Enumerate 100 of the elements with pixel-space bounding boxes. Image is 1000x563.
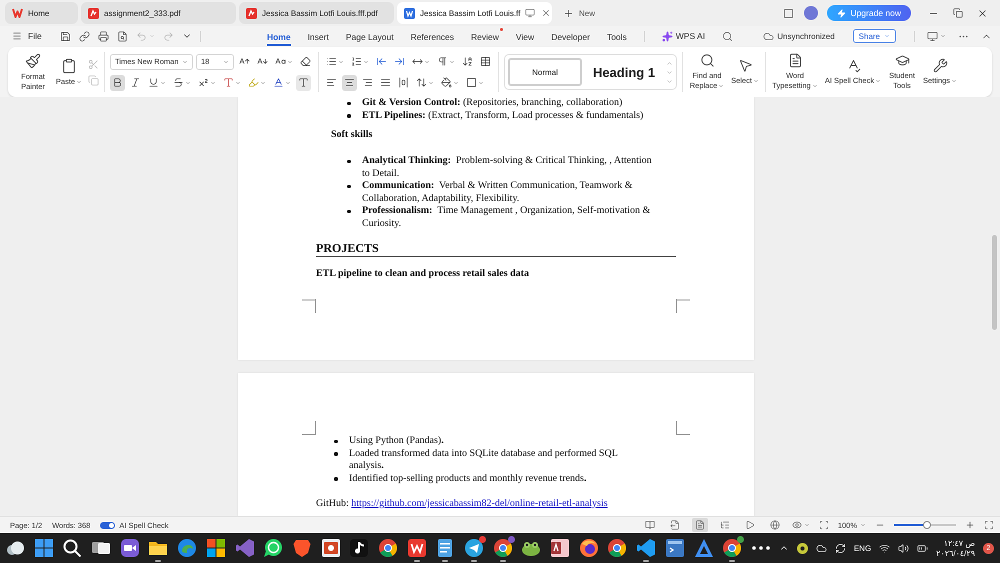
search-icon[interactable] (63, 539, 82, 557)
color-ring-icon[interactable] (378, 539, 397, 557)
distributed-align-icon (398, 77, 409, 88)
paragraph-shading-button[interactable] (439, 74, 461, 90)
save-icon[interactable] (60, 30, 71, 42)
logo-tile-icon[interactable] (408, 539, 426, 557)
document-tab[interactable]: Jessica Bassim Lotfi Louis.ff (397, 2, 552, 24)
print-preview-icon[interactable] (116, 30, 128, 42)
caret-icon (804, 522, 810, 528)
character-shading-button[interactable] (296, 74, 311, 90)
ring-icon[interactable] (796, 542, 808, 554)
highlighter-icon (248, 77, 259, 88)
close-icon[interactable] (541, 8, 552, 18)
music-note-icon[interactable] (350, 539, 368, 557)
spell-check-toggle[interactable] (100, 522, 116, 528)
monitor-icon[interactable] (525, 8, 536, 18)
battery-icon[interactable] (917, 542, 928, 554)
avatar-icon[interactable] (804, 6, 818, 20)
shield-icon[interactable] (292, 539, 311, 557)
globe-ring-icon[interactable] (580, 539, 598, 557)
zoom-slider-thumb[interactable] (922, 521, 931, 529)
cloud-icon[interactable] (6, 539, 24, 557)
scrollbar-thumb[interactable] (992, 235, 997, 330)
increase-indent-icon (394, 56, 405, 67)
folder-icon[interactable] (149, 539, 168, 557)
italic-icon (130, 77, 141, 88)
ribbon-tab[interactable]: Review (471, 26, 499, 46)
bullet-icon (334, 477, 338, 480)
chat-bubble-icon[interactable] (264, 539, 282, 557)
bullet-icon (347, 114, 350, 118)
clock-time[interactable]: ١٢:٤٧ ص (944, 538, 975, 548)
upgrade-button[interactable]: Upgrade now (827, 5, 911, 21)
close-icon[interactable] (977, 8, 988, 18)
repository-link[interactable]: https://github.com/jessicabassim82-del/online-retail-etl-analysis (351, 498, 608, 509)
sync-status-button[interactable]: Unsynchronized (763, 30, 835, 42)
paragraph-mark-icon (437, 56, 448, 67)
table-icon (480, 56, 491, 67)
section-heading: PROJECTS (316, 241, 379, 255)
ribbon-tab[interactable]: View (516, 26, 534, 46)
volume-icon[interactable] (898, 542, 910, 554)
document-tab[interactable]: Home (5, 2, 78, 24)
ai-assistant-button[interactable]: WPS AI (662, 30, 706, 42)
fit-page-icon[interactable] (818, 520, 829, 530)
caret-icon (210, 80, 216, 86)
tiles-icon[interactable] (206, 539, 225, 557)
monitor-button[interactable] (927, 30, 946, 42)
zoom-in-icon[interactable] (965, 520, 975, 530)
wifi-icon[interactable] (879, 542, 890, 554)
share-button[interactable]: Share (852, 29, 896, 43)
sort-icon (462, 56, 473, 67)
link-icon[interactable] (78, 30, 90, 42)
presentation-icon[interactable] (322, 539, 340, 557)
color-ring-icon[interactable] (608, 539, 626, 557)
fullscreen-icon[interactable] (984, 520, 994, 530)
sync-icon[interactable] (834, 542, 846, 554)
restore-icon[interactable] (953, 8, 963, 18)
ribbon-tab[interactable]: Tools (606, 26, 627, 46)
color-ring-icon[interactable] (494, 539, 512, 557)
margin-corner-icon (676, 421, 690, 435)
swirl-icon[interactable] (178, 539, 196, 557)
document-tab[interactable]: assignment2_333.pdf (81, 2, 236, 24)
align-center-button[interactable] (342, 74, 357, 90)
bullet-icon (347, 184, 350, 188)
file-menu-button[interactable]: File (8, 31, 46, 41)
borders-icon (466, 77, 477, 88)
view-mode-button[interactable] (692, 518, 708, 532)
outline-icon (720, 520, 730, 530)
caret-icon (223, 58, 229, 64)
cloud-icon[interactable] (816, 542, 827, 554)
ribbon-tab[interactable]: References (410, 26, 454, 46)
caret-icon (148, 33, 155, 39)
ribbon-shape-icon[interactable] (637, 539, 656, 557)
triangle-icon[interactable] (694, 539, 712, 557)
new-tab-button[interactable]: New (555, 3, 604, 23)
document-tab[interactable]: Jessica Bassim Lotfi Louis.fff.pdf (239, 2, 394, 24)
ribbon-shape-icon[interactable] (236, 539, 254, 557)
ribbon-tab[interactable]: Developer (551, 26, 590, 46)
app-tile-icon[interactable] (551, 539, 570, 557)
caret-icon (884, 33, 890, 39)
bold-button[interactable] (110, 74, 125, 90)
eye-button[interactable] (792, 520, 810, 530)
color-ring-icon[interactable] (723, 539, 742, 557)
monitor-icon (927, 30, 938, 42)
page-view-icon (694, 520, 705, 530)
search-icon (700, 53, 714, 68)
ribbon-tab[interactable]: Insert (308, 26, 329, 46)
language-indicator[interactable]: ENG (854, 544, 872, 552)
terminal-icon[interactable] (666, 539, 684, 557)
video-camera-icon[interactable] (120, 539, 139, 557)
window-icon[interactable] (783, 8, 794, 18)
paper-plane-icon[interactable] (465, 539, 483, 557)
style-option[interactable]: Normal (508, 58, 582, 86)
clock-date[interactable]: ٢٠٢٦/٠٤/٢٩ (936, 548, 975, 558)
search-icon[interactable] (722, 30, 734, 42)
ribbon-tab[interactable]: Page Layout (346, 26, 394, 46)
frog-icon[interactable] (522, 539, 540, 557)
task-view-icon[interactable] (92, 539, 110, 557)
start-icon[interactable] (34, 539, 53, 557)
notepad-icon[interactable] (436, 539, 454, 557)
print-icon[interactable] (98, 30, 109, 42)
